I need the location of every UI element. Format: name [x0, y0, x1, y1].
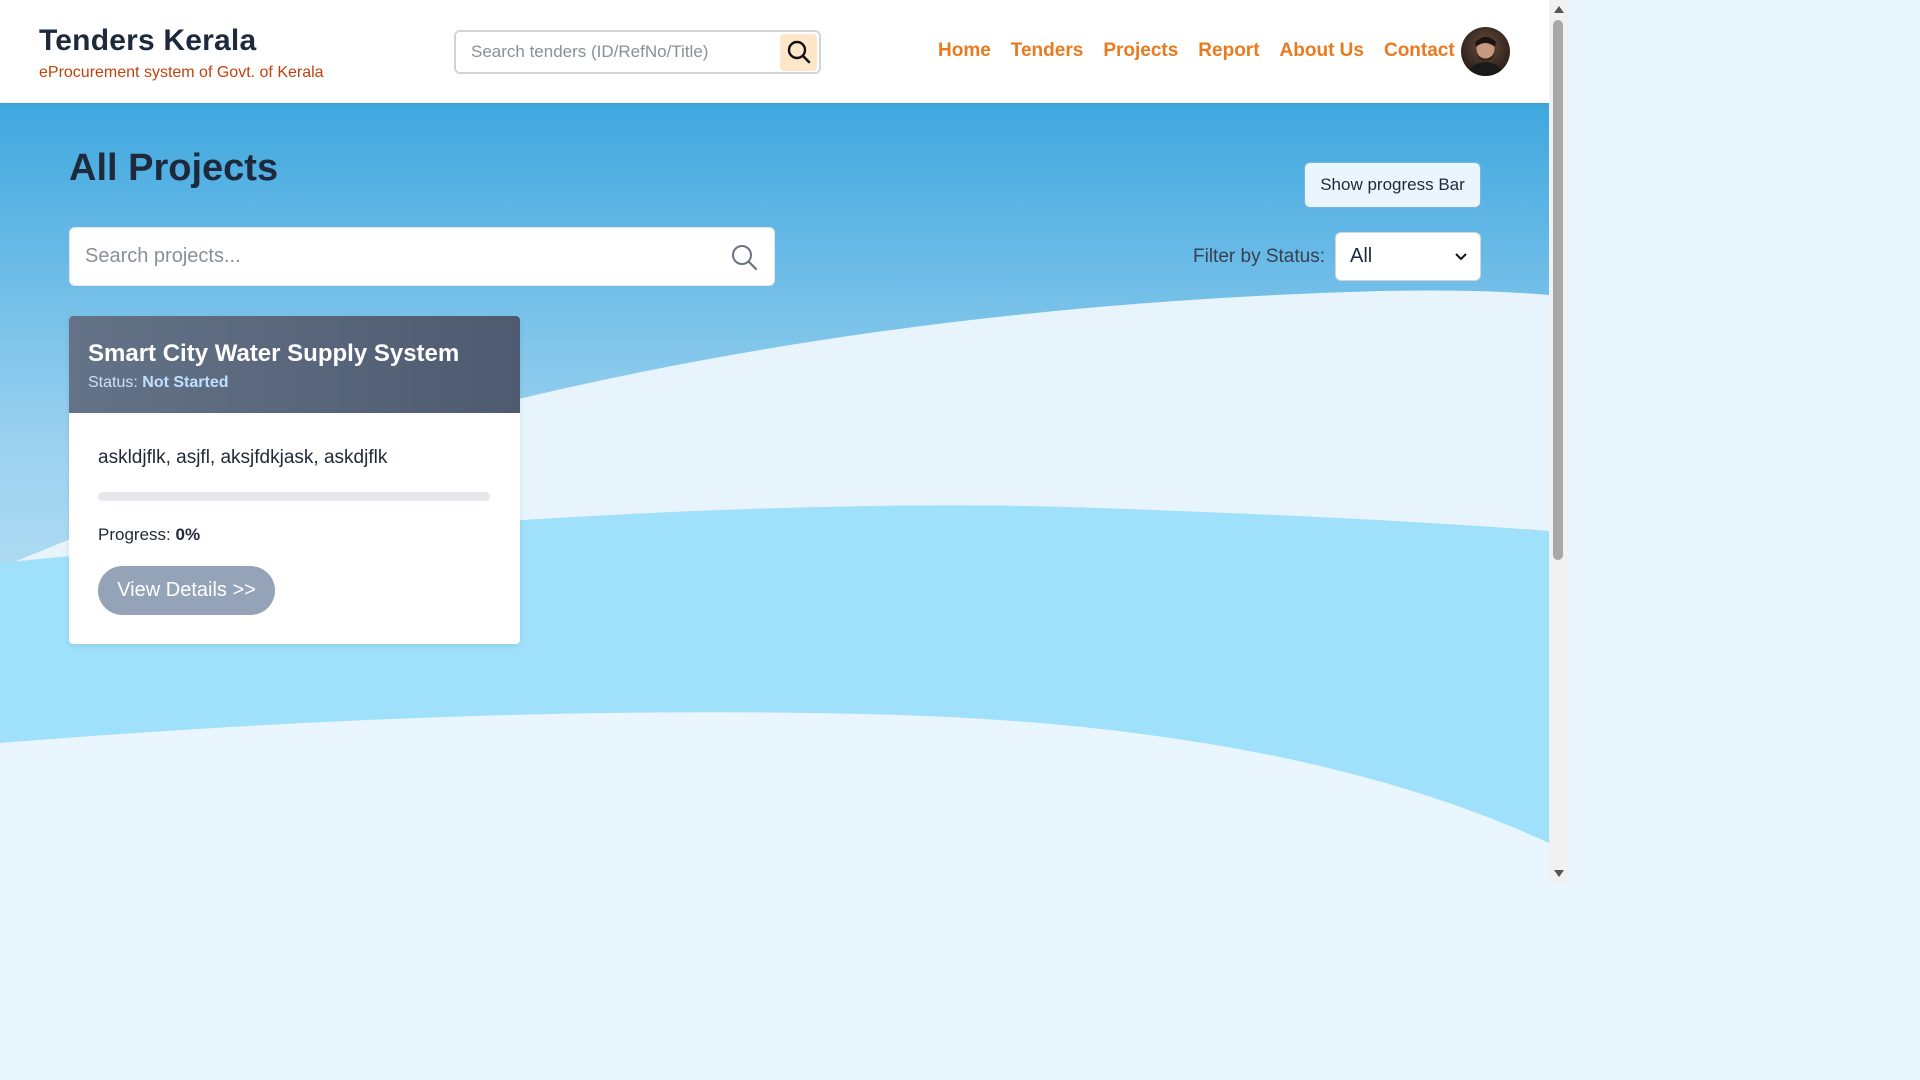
nav-contact[interactable]: Contact: [1384, 40, 1455, 62]
site-header: Tenders Kerala eProcurement system of Go…: [0, 0, 1549, 103]
nav-tenders[interactable]: Tenders: [1011, 40, 1084, 62]
project-title: Smart City Water Supply System: [88, 340, 460, 367]
brand[interactable]: Tenders Kerala eProcurement system of Go…: [39, 24, 324, 82]
project-progress-bar: [98, 492, 490, 501]
filter-status-select[interactable]: All: [1335, 232, 1481, 281]
page-scrollbar[interactable]: [1549, 0, 1568, 883]
scrollbar-thumb[interactable]: [1553, 20, 1563, 560]
project-status-value: Not Started: [142, 374, 229, 391]
show-progress-bar-button[interactable]: Show progress Bar: [1304, 162, 1481, 208]
project-card-body: askldjflk, asjfl, aksjfdkjask, askdjflk …: [69, 413, 520, 615]
chevron-down-icon: [1455, 252, 1467, 260]
projects-section: All Projects Show progress Bar Filter by…: [0, 103, 1549, 883]
scroll-up-arrow-icon[interactable]: [1554, 6, 1564, 13]
tender-search-input[interactable]: [456, 32, 780, 72]
project-card-header: Smart City Water Supply System Status: N…: [69, 316, 520, 413]
project-card: Smart City Water Supply System Status: N…: [69, 316, 520, 644]
search-icon: [732, 244, 758, 270]
view-details-button[interactable]: View Details >>: [98, 566, 275, 615]
project-search-input[interactable]: [70, 228, 730, 285]
user-avatar-image: [1467, 36, 1504, 76]
scroll-down-arrow-icon[interactable]: [1554, 870, 1564, 877]
page: Tenders Kerala eProcurement system of Go…: [0, 0, 1568, 883]
nav-report[interactable]: Report: [1198, 40, 1259, 62]
project-search-box: [69, 227, 775, 286]
nav-projects[interactable]: Projects: [1103, 40, 1178, 62]
main-nav: Home Tenders Projects Report About Us Co…: [938, 40, 1455, 62]
tender-search-button[interactable]: [780, 33, 817, 71]
filter-status-value: All: [1350, 245, 1373, 267]
tender-search-box: [454, 30, 821, 74]
project-progress-value: 0%: [175, 525, 201, 544]
project-progress-label: Progress:: [98, 525, 171, 544]
project-status-label: Status:: [88, 374, 138, 391]
brand-subtitle: eProcurement system of Govt. of Kerala: [39, 64, 324, 81]
project-progress: Progress: 0%: [98, 525, 491, 545]
page-title: All Projects: [69, 147, 279, 189]
project-status: Status: Not Started: [88, 374, 501, 392]
search-icon: [787, 40, 810, 64]
brand-title[interactable]: Tenders Kerala: [39, 24, 324, 58]
project-description: askldjflk, asjfl, aksjfdkjask, askdjflk: [98, 447, 388, 468]
user-avatar[interactable]: [1461, 27, 1510, 76]
nav-home[interactable]: Home: [938, 40, 991, 62]
filter-status-label: Filter by Status:: [1193, 246, 1325, 267]
nav-about-us[interactable]: About Us: [1280, 40, 1364, 62]
